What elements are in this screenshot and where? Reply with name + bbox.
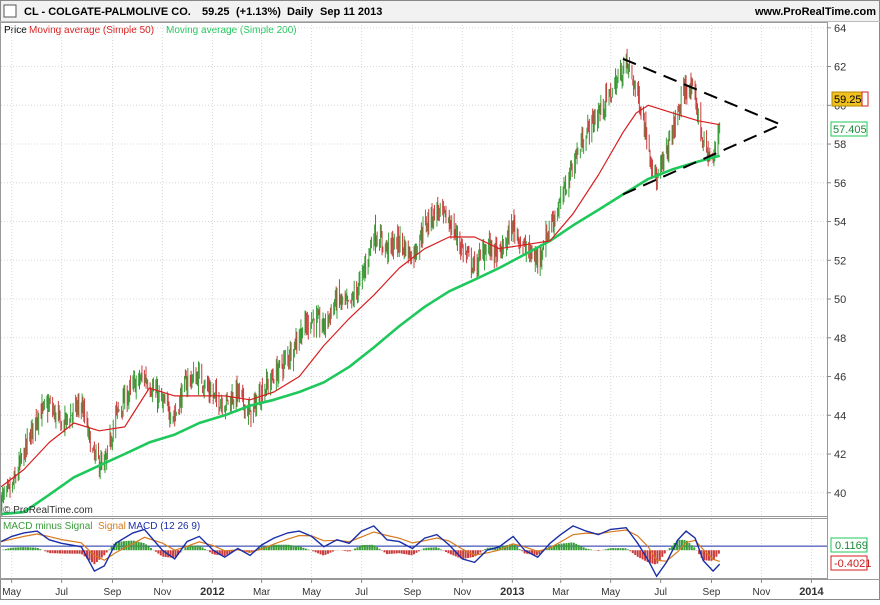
y-tick-label: 50 (834, 294, 846, 306)
y-tick-label: 62 (834, 62, 846, 74)
y-tick-label: 54 (834, 217, 846, 229)
ma200-tag: 57.405 (830, 121, 868, 137)
ticker-title: CL - COLGATE-PALMOLIVE CO. (24, 6, 191, 18)
y-tick-label: 58 (834, 139, 846, 151)
y-tick-label: 46 (834, 372, 846, 384)
menu-button-icon[interactable] (3, 4, 17, 18)
x-tick-label: Nov (753, 587, 771, 598)
x-tick-label: Nov (453, 587, 471, 598)
signal-tag-label: -0.4021 (834, 558, 871, 570)
watermark: © ProRealTime.com (3, 505, 93, 516)
price-legend: Price (4, 25, 27, 36)
price-chart: CL - COLGATE-PALMOLIVE CO. 59.25 (+1.13%… (0, 0, 880, 600)
price-panel-border (0, 22, 828, 517)
ma50-tag (861, 91, 869, 107)
x-tick-label: 2012 (200, 586, 224, 598)
x-tick-label: Jul (355, 587, 368, 598)
y-tick-label: 48 (834, 333, 846, 345)
x-tick-label: May (2, 587, 21, 598)
ma50-line (0, 104, 720, 488)
site-label: www.ProRealTime.com (754, 6, 876, 18)
signal-tag: -0.4021 (830, 555, 871, 571)
x-tick-label: Sep (104, 587, 122, 598)
last-price: 59.25 (202, 6, 230, 18)
y-tick-label: 42 (834, 449, 846, 461)
trendline (622, 57, 782, 126)
date-label: Sep 11 2013 (320, 6, 382, 18)
ma200-tag-label: 57.405 (833, 124, 867, 136)
price-grid (1, 22, 827, 516)
y-tick-label: 56 (834, 178, 846, 190)
macd-signal-legend: Signal (98, 521, 126, 532)
price-tag-label: 59.25 (834, 94, 862, 106)
x-tick-label: Nov (154, 587, 172, 598)
x-tick-label: 2013 (500, 586, 524, 598)
chart-frame (0, 0, 880, 600)
macd-tag-label: 0.1169 (835, 540, 868, 552)
x-tick-label: May (601, 587, 620, 598)
x-tick-label: May (302, 587, 321, 598)
x-tick-label: Jul (55, 587, 68, 598)
x-tick-label: Sep (403, 587, 421, 598)
macd-line-legend: MACD (12 26 9) (128, 521, 200, 532)
macd-tag: 0.1169 (830, 537, 868, 553)
period-label: Daily (287, 6, 314, 18)
trendlines (622, 57, 782, 196)
candles (0, 48, 721, 518)
y-tick-label: 52 (834, 255, 846, 267)
ma200-line (0, 154, 721, 516)
price-change: (+1.13%) (236, 6, 281, 18)
x-tick-label: 2014 (799, 586, 824, 598)
y-tick-label: 64 (834, 23, 846, 35)
macd-plot (0, 525, 827, 578)
x-tick-label: Mar (253, 587, 271, 598)
x-tick-label: Sep (703, 587, 721, 598)
macd-hist-legend: MACD minus Signal (3, 521, 92, 532)
y-tick-label: 40 (834, 488, 846, 500)
x-tick-label: Mar (552, 587, 570, 598)
indicator-lines (0, 104, 721, 516)
chart-window: CL - COLGATE-PALMOLIVE CO. 59.25 (+1.13%… (0, 0, 880, 600)
x-tick-label: Jul (654, 587, 667, 598)
macd-line (0, 525, 721, 578)
ma50-legend: Moving average (Simple 50) (29, 25, 154, 36)
x-axis-ticks: May Jul Sep Nov 2012 Mar May Jul Sep Nov 2013 Mar Ma… (2, 579, 825, 598)
price-tag: 59.25 (831, 91, 865, 107)
ma200-legend: Moving average (Simple 200) (166, 25, 297, 36)
y-tick-label: 44 (834, 410, 846, 422)
